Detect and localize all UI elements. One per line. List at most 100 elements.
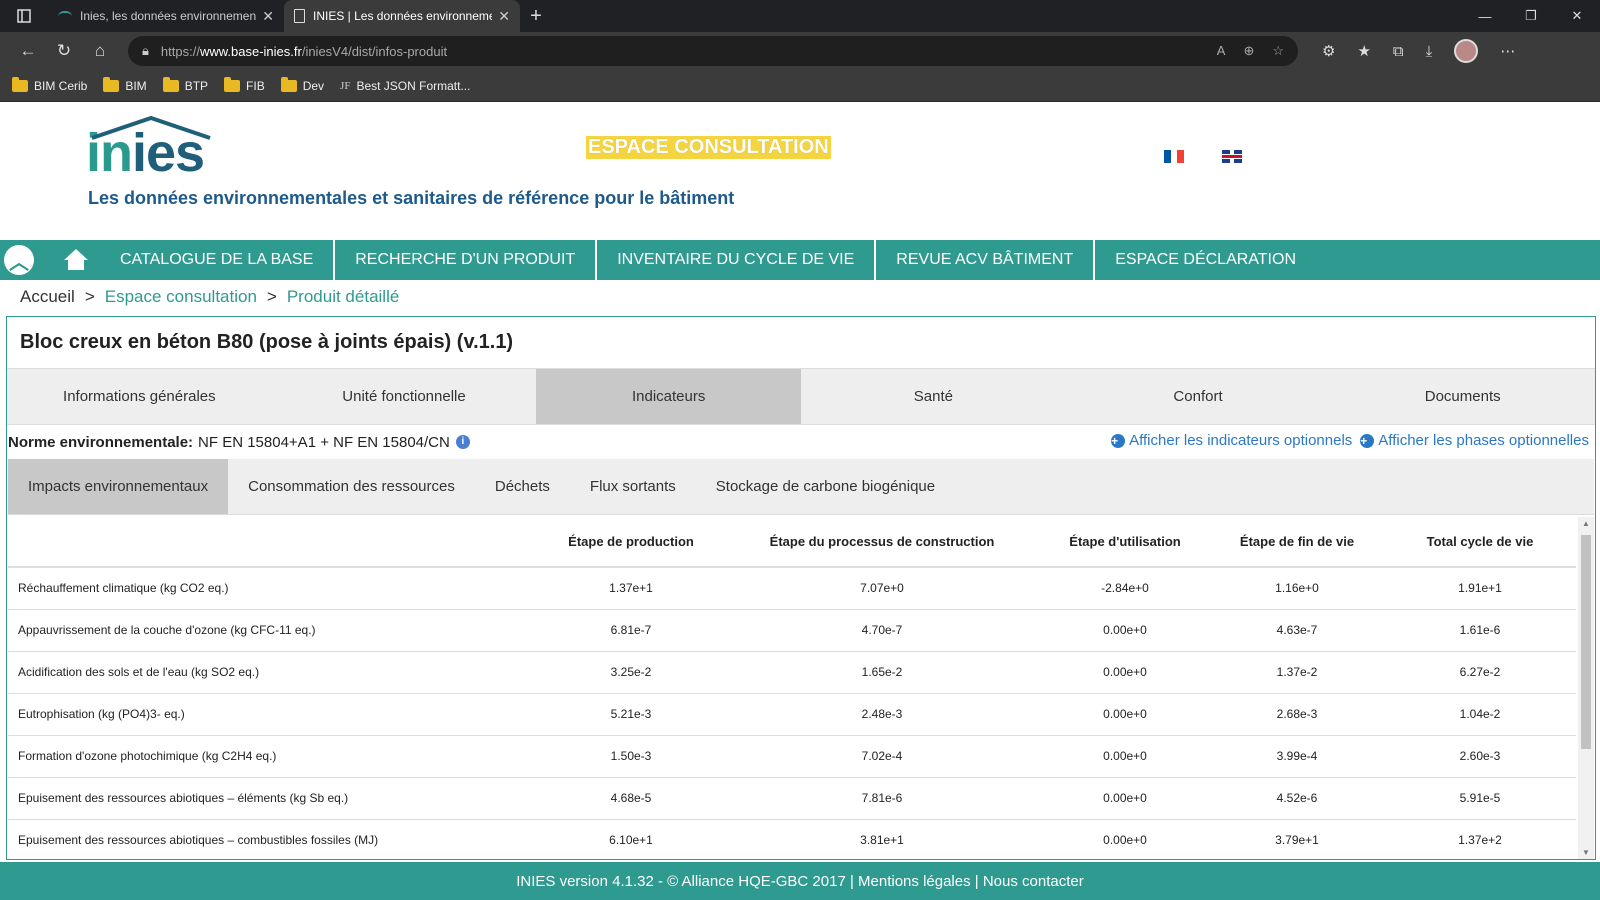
nav-revue-acv[interactable]: REVUE ACV BÂTIMENT — [876, 240, 1096, 280]
tab-actions-icon[interactable] — [0, 0, 48, 32]
close-tab-icon[interactable]: ✕ — [262, 8, 274, 25]
site-header: inies Les données environnementales et s… — [0, 102, 1600, 240]
bookmark-folder[interactable]: FIB — [224, 76, 265, 93]
indicators-table-wrap[interactable]: Étape de production Étape du processus d… — [8, 517, 1594, 859]
page-icon — [294, 9, 305, 23]
tab-documents[interactable]: Documents — [1330, 369, 1595, 424]
indicator-value: 3.99e-4 — [1210, 735, 1384, 778]
indicator-value: 3.25e-2 — [538, 651, 724, 694]
zoom-icon[interactable]: ⊕ — [1243, 43, 1254, 59]
subtab-carbone[interactable]: Stockage de carbone biogénique — [696, 459, 955, 514]
browser-tab-2[interactable]: INIES | Les données environneme ✕ — [284, 0, 520, 32]
footer-legal-link[interactable]: | Mentions légales — [850, 873, 975, 890]
french-flag-icon[interactable] — [1164, 150, 1185, 163]
subtab-ressources[interactable]: Consommation des ressources — [228, 459, 475, 514]
scroll-up-arrow-icon[interactable]: ▲ — [1578, 519, 1594, 528]
nav-inventaire[interactable]: INVENTAIRE DU CYCLE DE VIE — [597, 240, 877, 280]
scroll-up-icon[interactable]: ︿ — [4, 245, 34, 275]
bookmark-folder[interactable]: Dev — [280, 76, 325, 93]
close-tab-icon[interactable]: ✕ — [498, 8, 510, 25]
show-optional-indicators[interactable]: + Afficher les indicateurs optionnels — [1111, 432, 1352, 449]
subtab-dechets[interactable]: Déchets — [475, 459, 570, 514]
bookmark-json[interactable]: JF Best JSON Formatt... — [340, 79, 470, 93]
inies-logo[interactable]: inies — [86, 114, 211, 180]
indicator-value: 1.37e+2 — [1384, 819, 1576, 859]
info-icon[interactable]: i — [455, 435, 470, 449]
nav-recherche[interactable]: RECHERCHE D'UN PRODUIT — [335, 240, 598, 280]
column-header: Étape de fin de vie — [1210, 517, 1384, 568]
indicator-label: Réchauffement climatique (kg CO2 eq.) — [8, 567, 538, 610]
tab-indicateurs[interactable]: Indicateurs — [536, 369, 802, 424]
breadcrumb-espace[interactable]: Espace consultation — [105, 287, 257, 307]
indicator-value: 1.37e-2 — [1210, 651, 1384, 694]
home-icon[interactable] — [64, 249, 88, 271]
indicator-value: 0.00e+0 — [1040, 819, 1210, 859]
indicator-value: 1.65e-2 — [724, 651, 1040, 694]
indicator-value: 2.48e-3 — [724, 693, 1040, 736]
scroll-down-arrow-icon[interactable]: ▼ — [1578, 848, 1594, 857]
minimize-icon[interactable]: — — [1462, 0, 1508, 32]
tab-confort[interactable]: Confort — [1066, 369, 1331, 424]
tab-strip: Inies, les données environnemen ✕ INIES … — [0, 0, 1600, 32]
scrollbar-thumb[interactable] — [1581, 535, 1591, 749]
tab-informations[interactable]: Informations générales — [7, 369, 272, 424]
site-footer: INIES version 4.1.32 - © Alliance HQE-GB… — [0, 862, 1600, 900]
bookmark-folder[interactable]: BIM Cerib — [12, 76, 87, 93]
site-tagline: Les données environnementales et sanitai… — [88, 188, 735, 208]
close-window-icon[interactable]: ✕ — [1554, 0, 1600, 32]
show-optional-phases[interactable]: + Afficher les phases optionnelles — [1360, 432, 1589, 449]
extensions-icon[interactable]: ⚙ — [1322, 42, 1335, 60]
nav-declaration[interactable]: ESPACE DÉCLARATION — [1095, 240, 1316, 280]
indicator-value: 0.00e+0 — [1040, 777, 1210, 820]
subtab-flux[interactable]: Flux sortants — [570, 459, 696, 514]
breadcrumb-produit[interactable]: Produit détaillé — [287, 287, 399, 307]
browser-tab-title: Inies, les données environnemen — [80, 9, 257, 23]
more-icon[interactable]: ⋯ — [1500, 42, 1515, 60]
bookmark-folder[interactable]: BTP — [162, 76, 208, 93]
profile-avatar[interactable] — [1454, 39, 1479, 63]
norm-row: Norme environnementale: NF EN 15804+A1 +… — [7, 425, 1595, 459]
table-row: Epuisement des ressources abiotiques – c… — [8, 819, 1576, 859]
bookmark-label: FIB — [246, 78, 265, 93]
bookmark-label: Best JSON Formatt... — [356, 78, 471, 93]
english-flag-icon[interactable] — [1222, 150, 1242, 163]
collections-icon[interactable]: ⧉ — [1393, 43, 1404, 60]
new-tab-icon[interactable]: + — [520, 0, 552, 32]
favorite-add-icon[interactable]: ☆ — [1272, 43, 1284, 59]
breadcrumb-separator: > — [84, 287, 95, 306]
refresh-icon[interactable]: ↻ — [46, 41, 82, 61]
indicator-value: 1.50e-3 — [538, 735, 724, 778]
indicator-value: 0.00e+0 — [1040, 735, 1210, 778]
plus-circle-icon: + — [1360, 433, 1375, 448]
favorites-icon[interactable]: ★ — [1357, 42, 1370, 60]
folder-icon — [280, 76, 297, 92]
column-header: Étape du processus de construction — [724, 517, 1040, 568]
breadcrumb-separator: > — [266, 287, 277, 306]
downloads-icon[interactable]: ⤓ — [1426, 43, 1433, 60]
table-row: Epuisement des ressources abiotiques – é… — [8, 777, 1576, 820]
browser-toolbar: ⚙ ★ ⧉ ⤓ ⋯ — [1322, 39, 1515, 63]
footer-contact-link[interactable]: | Nous contacter — [975, 873, 1084, 890]
breadcrumb-home[interactable]: Accueil — [20, 287, 75, 307]
home-browser-icon[interactable]: ⌂ — [82, 41, 118, 61]
tab-sante[interactable]: Santé — [801, 369, 1066, 424]
espace-consultation-badge: ESPACE CONSULTATION — [586, 136, 831, 159]
url-field[interactable]: 🔒︎ https://www.base-inies.fr/iniesV4/dis… — [128, 36, 1298, 66]
back-icon[interactable]: ← — [10, 41, 46, 61]
subtab-impacts[interactable]: Impacts environnementaux — [8, 459, 229, 514]
indicator-value: 4.63e-7 — [1210, 609, 1384, 652]
restore-icon[interactable]: ❐ — [1508, 0, 1554, 32]
url-host: www.base-inies.fr — [199, 43, 302, 59]
bookmark-folder[interactable]: BIM — [103, 76, 147, 93]
read-aloud-icon[interactable]: A — [1217, 43, 1226, 59]
browser-tab-1[interactable]: Inies, les données environnemen ✕ — [48, 0, 284, 32]
nav-catalogue[interactable]: CATALOGUE DE LA BASE — [100, 240, 336, 280]
bookmark-label: Dev — [302, 78, 325, 93]
indicator-subtabs: Impacts environnementaux Consommation de… — [8, 459, 1594, 515]
indicator-value: 7.02e-4 — [724, 735, 1040, 778]
table-row: Acidification des sols et de l'eau (kg S… — [8, 651, 1576, 694]
folder-icon — [162, 76, 179, 92]
table-scrollbar[interactable]: ▲ ▼ — [1578, 517, 1594, 859]
tab-unite[interactable]: Unité fonctionnelle — [272, 369, 537, 424]
folder-icon — [103, 76, 120, 92]
